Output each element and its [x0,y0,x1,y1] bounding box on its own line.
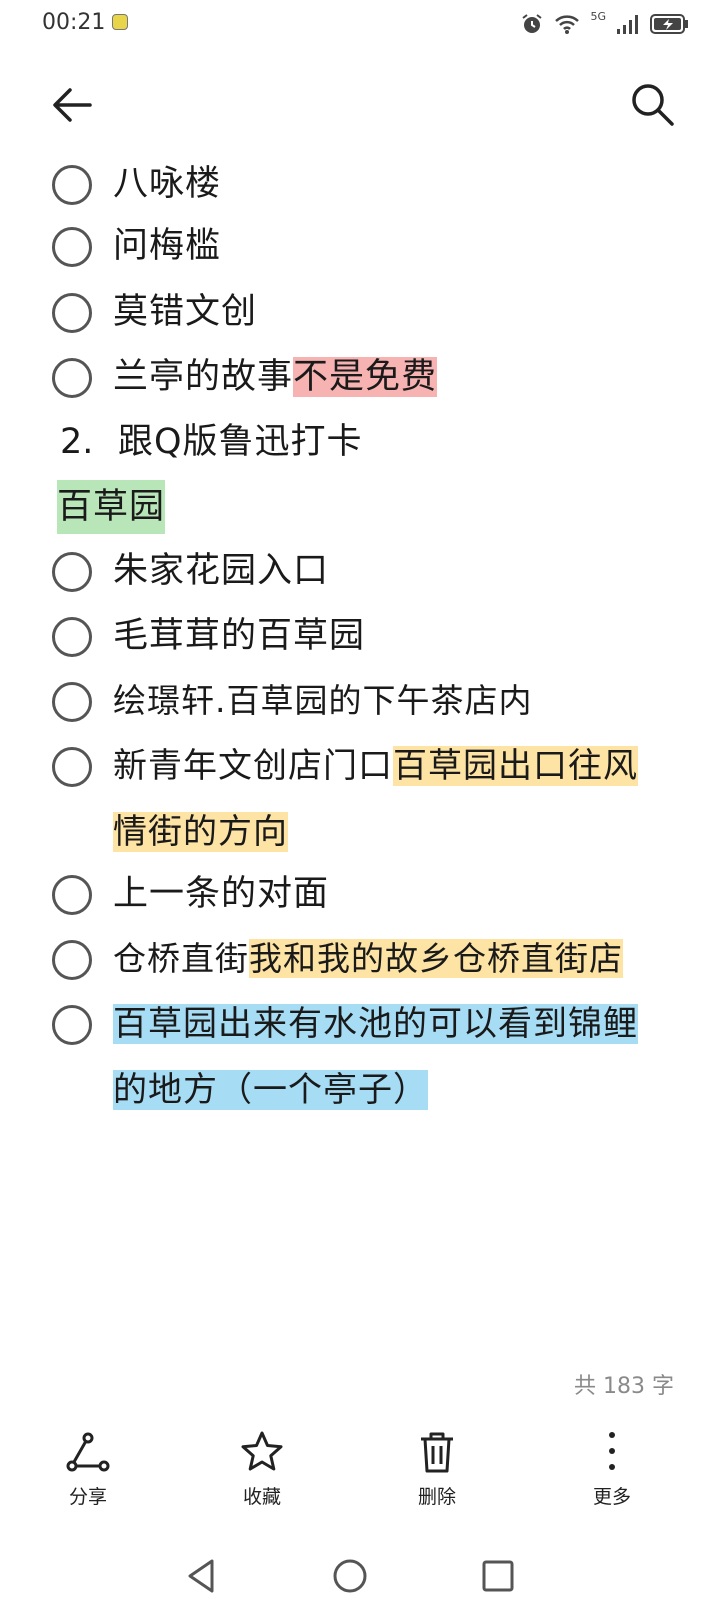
more-label: 更多 [592,1486,631,1508]
checkbox[interactable] [52,617,92,657]
signal-icon [617,15,638,34]
back-arrow-icon[interactable] [48,80,98,130]
alarm-icon [522,14,543,33]
checkbox[interactable] [52,165,92,205]
recents-square-icon[interactable] [478,1556,518,1596]
star-icon [241,1431,283,1471]
favorite-button[interactable]: 收藏 [202,1430,322,1509]
todo-text: 莫错文创 [113,292,258,332]
network-type: 5G [590,9,606,23]
highlighted-text: 百草园出来有水池的可以看到锦鲤的地方（一个亭子） [113,1004,638,1110]
numbered-text: 跟Q版鲁迅打卡 [118,422,363,462]
checkbox[interactable] [52,1005,92,1045]
highlighted-text: 我和我的故乡仓桥直街店 [249,939,623,978]
home-circle-icon[interactable] [330,1556,370,1596]
delete-button[interactable]: 删除 [377,1430,497,1509]
todo-text: 新青年文创店门口 [113,746,393,786]
favorite-label: 收藏 [242,1486,281,1508]
todo-text: 朱家花园入口 [113,551,330,591]
notification-app-icon [112,14,128,30]
checkbox[interactable] [52,358,92,398]
list-number: 2. [60,422,94,462]
checkbox[interactable] [52,875,92,915]
todo-item: 百草园出来有水池的可以看到锦鲤的地方（一个亭子） [0,1000,720,1132]
status-icons: 5G [520,10,690,38]
share-label: 分享 [68,1486,107,1508]
status-bar: 00:21 5G [0,0,720,48]
numbered-item: 2. 跟Q版鲁迅打卡 [0,415,720,481]
todo-text: 上一条的对面 [113,874,330,914]
note-header [0,60,720,150]
todo-item: 莫错文创 [0,285,720,351]
more-vertical-icon [609,1432,615,1470]
checkbox[interactable] [52,940,92,980]
wifi-icon [555,15,580,34]
trash-icon [421,1432,453,1473]
delete-label: 删除 [417,1486,456,1508]
todo-text: 兰亭的故事 [113,357,294,397]
todo-text: 绘璟轩.百草园的下午茶店内 [113,681,533,720]
more-button[interactable]: 更多 [552,1430,672,1509]
todo-item: 新青年文创店门口百草园出口往风情街的方向 [0,742,720,874]
checkbox[interactable] [52,293,92,333]
back-triangle-icon[interactable] [182,1556,222,1596]
bottom-toolbar: 分享 收藏 删除 更多 [0,1430,720,1530]
todo-text: 八咏楼 [113,164,222,204]
search-icon[interactable] [628,80,678,130]
status-time: 00:21 [42,10,106,35]
share-icon [66,1432,110,1472]
highlighted-text: 不是免费 [293,357,438,397]
checkbox[interactable] [52,682,92,722]
todo-text: 问梅槛 [113,226,222,266]
battery-charging-icon [650,14,688,34]
todo-text: 毛茸茸的百草园 [113,616,366,656]
heading-text: 百草园 [57,480,166,534]
checkbox[interactable] [52,747,92,787]
todo-item: 八咏楼 [0,155,720,221]
word-count: 共 183 字 [574,1374,674,1399]
checkbox[interactable] [52,552,92,592]
system-nav-bar [0,1550,720,1612]
todo-item: 问梅槛 [0,221,720,287]
todo-text: 仓桥直街 [113,939,249,978]
checkbox[interactable] [52,227,92,267]
todo-item: 兰亭的故事不是免费 [0,351,720,417]
share-button[interactable]: 分享 [28,1430,148,1509]
